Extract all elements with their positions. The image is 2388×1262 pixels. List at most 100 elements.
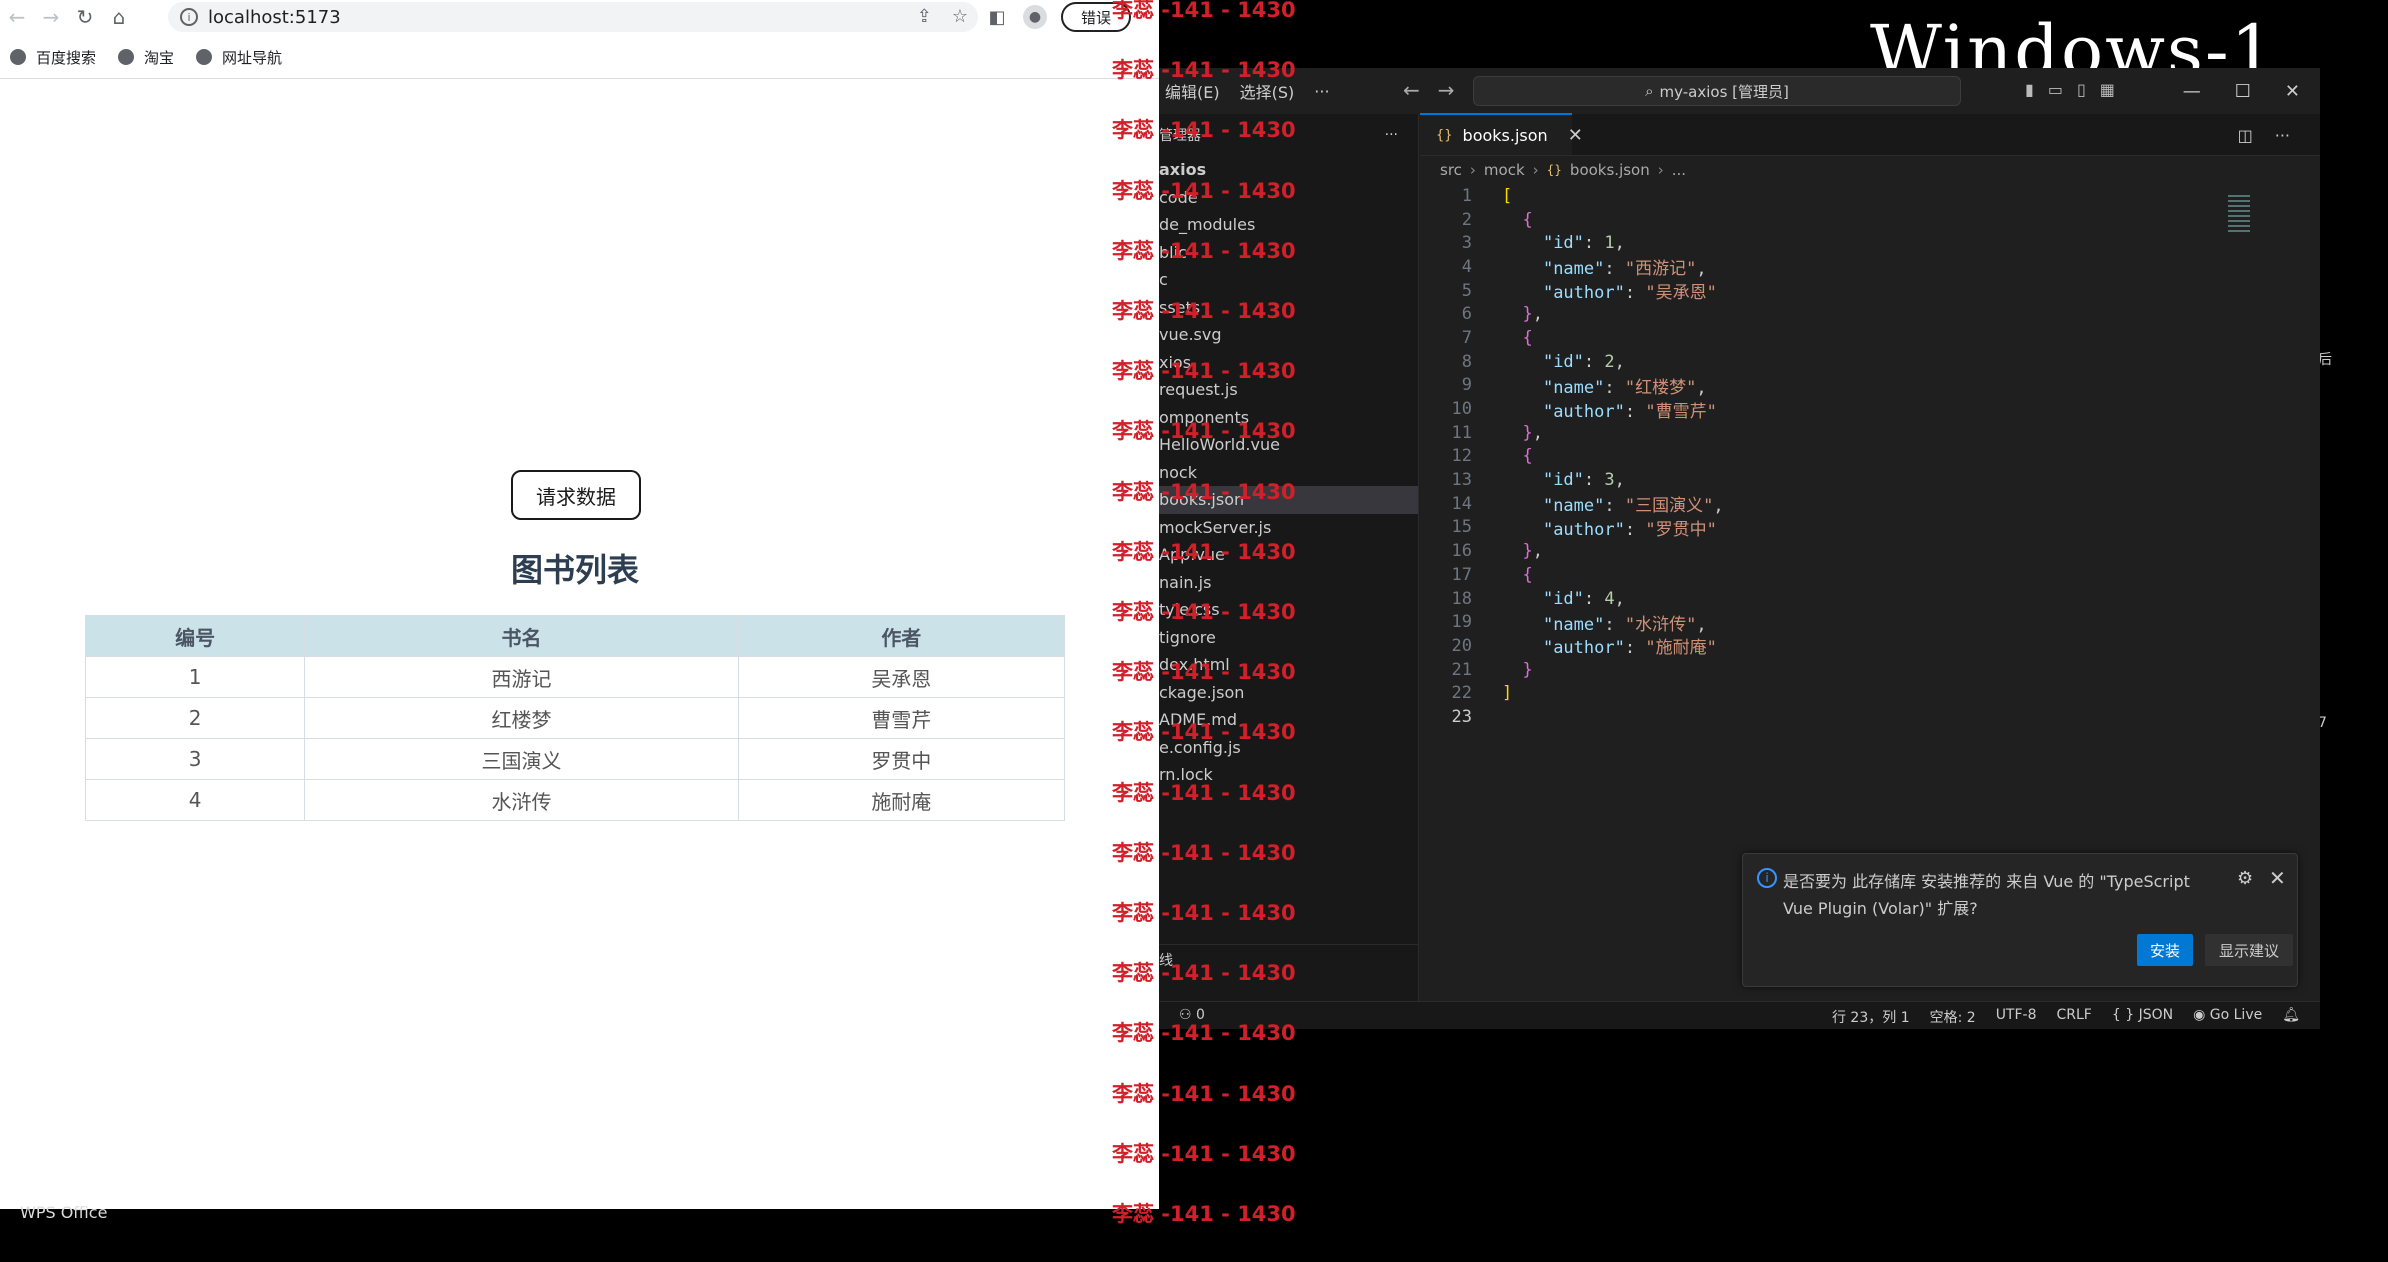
table-cell: 2 [84, 697, 306, 739]
tree-item[interactable]: books.json [1159, 486, 1418, 514]
code-editor[interactable]: 1[2 {3 "id": 1, 4 "name": "西游记", 5 "author… [1420, 184, 2240, 729]
table-header-row: 编号 书名 作者 [84, 615, 1066, 657]
line-ending[interactable]: CRLF [2057, 1007, 2092, 1027]
menu-edit[interactable]: 编辑(E) [1165, 79, 1220, 103]
tree-item[interactable]: blic [1159, 239, 1418, 267]
breadcrumb-item[interactable]: ... [1672, 161, 1686, 179]
site-info-icon[interactable]: i [180, 8, 198, 26]
line-number: 15 [1451, 517, 1472, 538]
timeline-label: 线 [1159, 952, 1173, 969]
tree-item[interactable]: c [1159, 266, 1418, 294]
tree-item[interactable]: axios [1159, 156, 1418, 184]
table-cell: 水浒传 [304, 779, 739, 821]
tree-item[interactable]: ssets [1159, 294, 1418, 322]
gear-icon[interactable]: ⚙ [2237, 868, 2253, 889]
install-button[interactable]: 安装 [2137, 934, 2193, 966]
customize-layout-icon[interactable]: ▦ [2100, 80, 2115, 99]
code-text: }, [1522, 422, 1543, 443]
encoding[interactable]: UTF-8 [1996, 1007, 2037, 1027]
code-text: { [1522, 209, 1533, 230]
timeline-section[interactable]: 线 [1159, 944, 1419, 974]
bookmark-item[interactable]: 百度搜索 [10, 47, 96, 68]
bookmark-star-icon[interactable]: ☆ [952, 6, 968, 27]
bookmark-item[interactable]: 淘宝 [118, 47, 174, 68]
line-number: 18 [1451, 588, 1472, 609]
ports-status[interactable]: ⚇ 0 [1179, 1007, 1205, 1023]
split-editor-icon[interactable]: ◫ [2238, 126, 2253, 145]
tree-item[interactable]: ADME.md [1159, 706, 1418, 734]
globe-icon [10, 49, 26, 65]
bookmark-item[interactable]: 网址导航 [196, 47, 282, 68]
code-line: 17 { [1420, 563, 2240, 587]
tree-item[interactable]: App.vue [1159, 541, 1418, 569]
toggle-panel-icon[interactable]: ▭ [2048, 80, 2063, 99]
address-bar[interactable]: i localhost:5173 ⇪ ☆ [168, 2, 978, 32]
table-cell: 西游记 [304, 656, 739, 698]
tree-item[interactable]: HelloWorld.vue [1159, 431, 1418, 459]
back-icon[interactable]: ← [0, 0, 34, 34]
cursor-position[interactable]: 行 23，列 1 [1832, 1007, 1910, 1027]
menu-more[interactable]: ··· [1314, 82, 1329, 101]
bell-icon[interactable]: 🔔︎ [2282, 1007, 2300, 1027]
tree-item[interactable]: xios [1159, 349, 1418, 377]
line-number: 9 [1461, 375, 1472, 396]
close-icon[interactable]: ✕ [2269, 866, 2286, 890]
tree-item[interactable]: nain.js [1159, 569, 1418, 597]
maximize-icon[interactable]: ☐ [2235, 81, 2251, 102]
request-data-button[interactable]: 请求数据 [511, 470, 641, 520]
nav-back-icon[interactable]: ← [1403, 78, 1420, 102]
command-center[interactable]: ⌕ my-axios [管理员] [1473, 76, 1961, 106]
breadcrumb-item[interactable]: books.json [1570, 161, 1650, 179]
show-recommendations-button[interactable]: 显示建议 [2205, 934, 2293, 966]
close-tab-icon[interactable]: ✕ [1568, 125, 1583, 146]
explorer-title: 管理器 [1159, 128, 1201, 144]
code-text: "name": "西游记", [1542, 259, 1707, 280]
json-file-icon: {} [1546, 163, 1562, 177]
tab-books-json[interactable]: {} books.json ✕ [1420, 113, 1583, 155]
menu-selection[interactable]: 选择(S) [1240, 79, 1295, 103]
taskbar-item[interactable]: WPS Office [20, 1203, 107, 1222]
tree-item[interactable]: tyle.css [1159, 596, 1418, 624]
tree-item[interactable]: code [1159, 184, 1418, 212]
forward-icon[interactable]: → [34, 0, 68, 34]
toggle-sidebar-icon[interactable]: ▮ [2025, 80, 2034, 99]
tree-item[interactable]: nock [1159, 459, 1418, 487]
line-number: 19 [1451, 612, 1472, 633]
tree-item[interactable]: rn.lock [1159, 761, 1418, 789]
line-number: 2 [1461, 209, 1472, 230]
tree-item[interactable]: e.config.js [1159, 734, 1418, 762]
reload-icon[interactable]: ↻ [68, 0, 102, 34]
tree-item[interactable]: omponents [1159, 404, 1418, 432]
page-content: 请求数据 图书列表 编号 书名 作者 1 西游记 吴承恩 2 红楼梦 曹雪芹 3… [0, 79, 1159, 1209]
go-live[interactable]: ◉ Go Live [2193, 1007, 2262, 1027]
nav-forward-icon[interactable]: → [1438, 78, 1455, 102]
error-button[interactable]: 错误 [1061, 2, 1132, 32]
language-mode[interactable]: { } JSON [2112, 1007, 2173, 1027]
tree-item[interactable]: mockServer.js [1159, 514, 1418, 542]
indentation[interactable]: 空格: 2 [1930, 1007, 1976, 1027]
line-number: 8 [1461, 351, 1472, 372]
home-icon[interactable]: ⌂ [102, 0, 136, 34]
tree-item[interactable]: ckage.json [1159, 679, 1418, 707]
tree-item[interactable]: dex.html [1159, 651, 1418, 679]
tree-item[interactable]: de_modules [1159, 211, 1418, 239]
close-icon[interactable]: ✕ [2285, 81, 2300, 102]
line-number: 23 [1451, 706, 1472, 727]
more-actions-icon[interactable]: ··· [1385, 127, 1398, 143]
bookmarks-bar: 百度搜索 淘宝 网址导航 [0, 42, 282, 72]
tree-item[interactable]: vue.svg [1159, 321, 1418, 349]
profile-icon[interactable]: ● [1023, 5, 1047, 29]
side-panel-icon[interactable]: ◧ [985, 5, 1009, 29]
toggle-secondary-sidebar-icon[interactable]: ▯ [2077, 80, 2086, 99]
minimize-icon[interactable]: — [2183, 81, 2201, 102]
minimap[interactable] [2228, 192, 2250, 234]
table-cell: 曹雪芹 [737, 697, 1066, 739]
breadcrumb-item[interactable]: mock [1484, 161, 1525, 179]
tree-item[interactable]: request.js [1159, 376, 1418, 404]
share-icon[interactable]: ⇪ [917, 6, 932, 27]
breadcrumb-item[interactable]: src [1440, 161, 1462, 179]
editor-more-icon[interactable]: ··· [2275, 126, 2290, 145]
error-button-label: 错误 [1081, 8, 1112, 27]
tree-item[interactable]: tignore [1159, 624, 1418, 652]
info-icon: i [1757, 868, 1777, 888]
